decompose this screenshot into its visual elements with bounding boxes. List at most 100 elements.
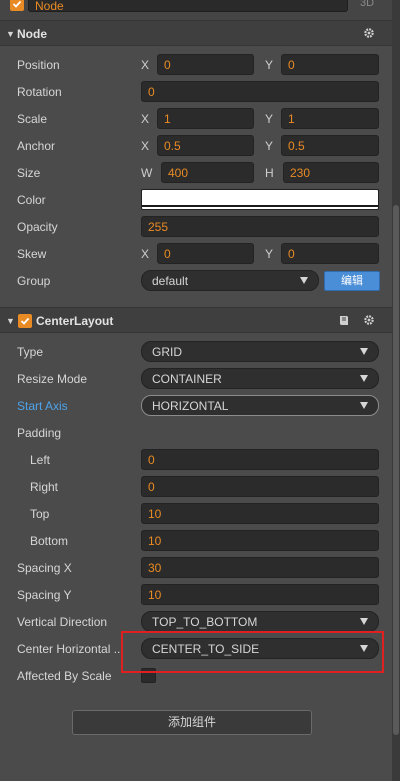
checkmark-icon <box>12 0 22 8</box>
resize-mode-select-value: CONTAINER <box>152 372 222 386</box>
opacity-row: Opacity 255 <box>0 214 392 241</box>
spacing-x-input[interactable]: 30 <box>141 557 379 578</box>
rotation-label: Rotation <box>17 85 62 99</box>
vertical-direction-label: Vertical Direction <box>17 615 108 629</box>
axis-h-label: H <box>265 166 274 180</box>
position-label: Position <box>17 58 60 72</box>
anchor-x-input[interactable]: 0.5 <box>157 135 254 156</box>
spacing-y-input[interactable]: 10 <box>141 584 379 605</box>
spacing-y-label: Spacing Y <box>17 588 72 602</box>
type-select-value: GRID <box>152 345 182 359</box>
position-y-input[interactable]: 0 <box>281 54 379 75</box>
dropdown-arrow-icon <box>360 618 368 625</box>
add-component-button[interactable]: 添加组件 <box>72 710 312 735</box>
dropdown-arrow-icon <box>300 277 308 284</box>
spacing-x-label: Spacing X <box>17 561 72 575</box>
anchor-row: Anchor X 0.5 Y 0.5 <box>0 133 392 160</box>
padding-row: Padding <box>0 420 392 447</box>
node-name-input[interactable]: Node <box>28 0 348 13</box>
padding-top-row: Top 10 <box>0 501 392 528</box>
size-row: Size W 400 H 230 <box>0 160 392 187</box>
gear-icon[interactable] <box>362 313 376 327</box>
edit-group-button[interactable]: 编辑 <box>324 271 380 291</box>
inspector-panel: Node 3D ▼ Node Position X 0 Y 0 Rotation… <box>0 0 392 781</box>
padding-label: Padding <box>17 426 62 440</box>
skew-y-input[interactable]: 0 <box>281 243 379 264</box>
axis-w-label: W <box>141 166 153 180</box>
component-enabled-checkbox[interactable] <box>18 314 32 328</box>
rotation-input[interactable]: 0 <box>141 81 379 102</box>
size-label: Size <box>17 166 41 180</box>
centerlayout-section-header[interactable]: ▼ CenterLayout <box>0 307 392 333</box>
padding-top-input[interactable]: 10 <box>141 503 379 524</box>
position-x-input[interactable]: 0 <box>157 54 254 75</box>
scale-x-input[interactable]: 1 <box>157 108 254 129</box>
affected-by-scale-label: Affected By Scale <box>17 669 112 683</box>
color-label: Color <box>17 193 46 207</box>
axis-y-label: Y <box>265 112 274 126</box>
group-select[interactable]: default <box>141 270 319 291</box>
center-horizontal-label: Center Horizontal ... <box>17 642 124 656</box>
anchor-label: Anchor <box>17 139 56 153</box>
type-label: Type <box>17 345 44 359</box>
opacity-input[interactable]: 255 <box>141 216 379 237</box>
color-swatch[interactable] <box>141 189 379 210</box>
padding-bottom-row: Bottom 10 <box>0 528 392 555</box>
start-axis-row: Start Axis HORIZONTAL <box>0 393 392 420</box>
resize-mode-row: Resize Mode CONTAINER <box>0 366 392 393</box>
padding-right-input[interactable]: 0 <box>141 476 379 497</box>
padding-left-input[interactable]: 0 <box>141 449 379 470</box>
help-book-icon[interactable] <box>338 314 350 326</box>
3d-toggle[interactable]: 3D <box>360 0 374 9</box>
start-axis-label: Start Axis <box>17 399 68 413</box>
axis-x-label: X <box>141 58 150 72</box>
vertical-direction-select-value: TOP_TO_BOTTOM <box>152 615 258 629</box>
skew-x-input[interactable]: 0 <box>157 243 254 264</box>
skew-label: Skew <box>17 247 47 261</box>
rotation-row: Rotation 0 <box>0 79 392 106</box>
opacity-label: Opacity <box>17 220 58 234</box>
scale-row: Scale X 1 Y 1 <box>0 106 392 133</box>
start-axis-select-value: HORIZONTAL <box>152 399 229 413</box>
highlight-box <box>121 631 384 673</box>
padding-top-label: Top <box>30 507 50 521</box>
checkmark-icon <box>20 317 30 325</box>
group-row: Group default 编辑 <box>0 268 392 295</box>
scale-label: Scale <box>17 112 48 126</box>
color-row: Color <box>0 187 392 214</box>
axis-y-label: Y <box>265 58 274 72</box>
group-label: Group <box>17 274 51 288</box>
size-width-input[interactable]: 400 <box>161 162 254 183</box>
anchor-y-input[interactable]: 0.5 <box>281 135 379 156</box>
scale-y-input[interactable]: 1 <box>281 108 379 129</box>
axis-x-label: X <box>141 247 150 261</box>
collapse-caret-icon[interactable]: ▼ <box>6 29 15 39</box>
type-row: Type GRID <box>0 339 392 366</box>
gear-icon[interactable] <box>362 26 376 40</box>
resize-mode-select[interactable]: CONTAINER <box>141 368 379 389</box>
padding-right-label: Right <box>30 480 59 494</box>
vertical-direction-select[interactable]: TOP_TO_BOTTOM <box>141 611 379 632</box>
axis-x-label: X <box>141 139 150 153</box>
collapse-caret-icon[interactable]: ▼ <box>6 316 15 326</box>
node-section-header[interactable]: ▼ Node <box>0 20 392 46</box>
axis-y-label: Y <box>265 139 274 153</box>
group-select-value: default <box>152 274 189 288</box>
padding-left-row: Left 0 <box>0 447 392 474</box>
section-title: Node <box>17 27 47 41</box>
scrollbar[interactable] <box>392 0 400 781</box>
padding-bottom-input[interactable]: 10 <box>141 530 379 551</box>
position-row: Position X 0 Y 0 <box>0 52 392 79</box>
size-height-input[interactable]: 230 <box>283 162 379 183</box>
skew-row: Skew X 0 Y 0 <box>0 241 392 268</box>
dropdown-arrow-icon <box>360 348 368 355</box>
section-title: CenterLayout <box>36 314 114 328</box>
padding-left-label: Left <box>30 453 51 467</box>
node-active-checkbox[interactable] <box>10 0 24 11</box>
start-axis-select[interactable]: HORIZONTAL <box>141 395 379 416</box>
dropdown-arrow-icon <box>360 375 368 382</box>
node-header-row: Node 3D <box>0 0 392 20</box>
spacing-y-row: Spacing Y 10 <box>0 582 392 609</box>
scrollbar-thumb[interactable] <box>393 205 399 735</box>
type-select[interactable]: GRID <box>141 341 379 362</box>
